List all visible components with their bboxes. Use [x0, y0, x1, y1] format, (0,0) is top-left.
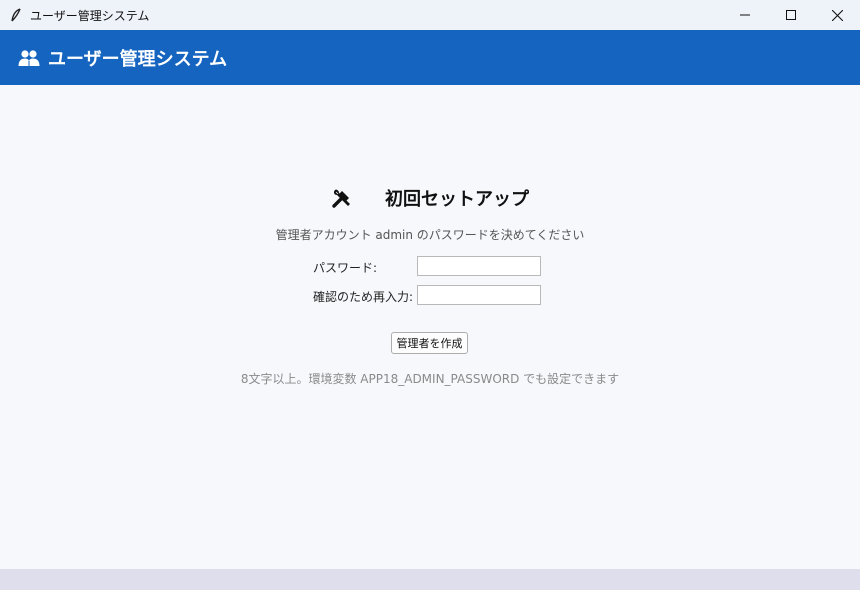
- maximize-button[interactable]: [768, 0, 814, 30]
- minimize-button[interactable]: [722, 0, 768, 30]
- password-label: パスワード:: [313, 261, 378, 275]
- feather-icon: [9, 8, 23, 22]
- users-icon: [18, 48, 40, 68]
- status-bar: [0, 569, 860, 590]
- app-header: ユーザー管理システム: [0, 30, 860, 85]
- password-input[interactable]: [417, 256, 541, 276]
- window-titlebar: ユーザー管理システム: [0, 0, 860, 30]
- close-icon: [831, 9, 843, 21]
- setup-title: 初回セットアップ: [385, 189, 529, 210]
- setup-subtitle: 管理者アカウント admin のパスワードを決めてください: [275, 228, 585, 242]
- maximize-icon: [786, 10, 796, 20]
- minimize-icon: [740, 14, 750, 16]
- setup-heading: 初回セットアップ: [0, 184, 860, 212]
- confirm-password-label: 確認のため再入力:: [313, 290, 414, 304]
- window-controls: [722, 0, 860, 30]
- create-admin-button[interactable]: 管理者を作成: [391, 332, 468, 354]
- window-title: ユーザー管理システム: [30, 8, 150, 23]
- password-hint: 8文字以上。環境変数 APP18_ADMIN_PASSWORD でも設定できます: [240, 372, 620, 386]
- header-title: ユーザー管理システム: [48, 48, 228, 70]
- confirm-password-input[interactable]: [417, 285, 541, 305]
- close-button[interactable]: [814, 0, 860, 30]
- tools-icon: [331, 187, 353, 209]
